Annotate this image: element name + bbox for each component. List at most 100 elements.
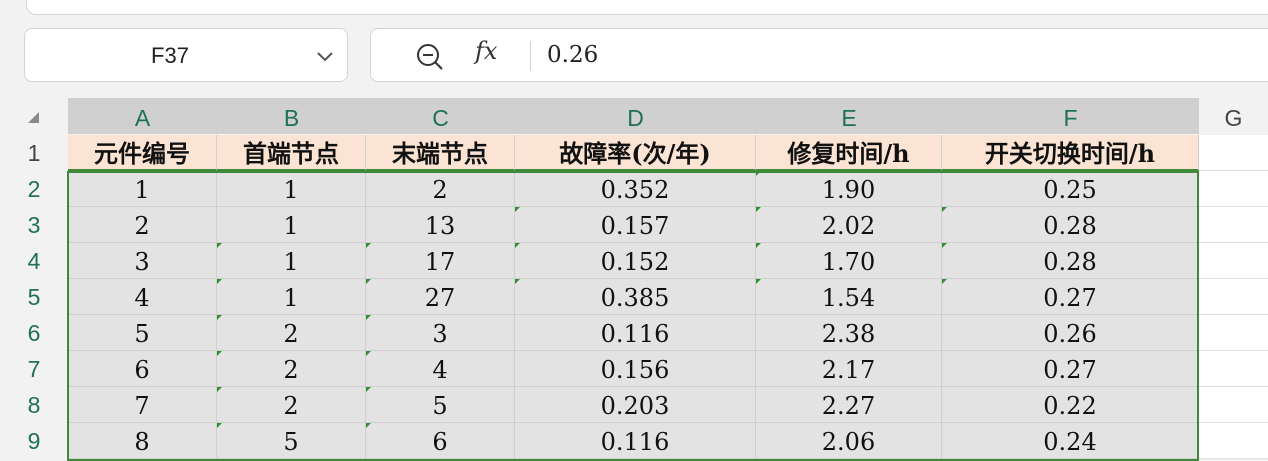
- table-cell[interactable]: 1: [217, 171, 366, 207]
- table-cell[interactable]: 27: [366, 279, 515, 315]
- table-cell[interactable]: 0.352: [515, 171, 756, 207]
- select-all-button[interactable]: [28, 112, 39, 123]
- table-cell-empty[interactable]: [1199, 387, 1268, 423]
- table-cell[interactable]: 5: [366, 387, 515, 423]
- table-cell[interactable]: 0.157: [515, 207, 756, 243]
- error-indicator: [217, 351, 222, 356]
- column-header-g[interactable]: G: [1199, 98, 1268, 134]
- row-header-6[interactable]: 6: [0, 315, 68, 351]
- error-indicator: [756, 171, 761, 176]
- table-cell[interactable]: 17: [366, 243, 515, 279]
- error-indicator: [366, 351, 371, 356]
- table-cell[interactable]: 3: [366, 315, 515, 351]
- formula-bar[interactable]: fx 0.26: [370, 28, 1268, 82]
- table-cell[interactable]: 6: [68, 351, 217, 387]
- table-cell-empty[interactable]: [1199, 315, 1268, 351]
- table-header-cell[interactable]: 末端节点: [366, 135, 515, 171]
- column-header-c[interactable]: C: [366, 98, 515, 134]
- error-indicator: [942, 243, 947, 248]
- table-cell[interactable]: 0.27: [942, 279, 1199, 315]
- table-cell[interactable]: 0.152: [515, 243, 756, 279]
- table-cell[interactable]: 2.27: [756, 387, 942, 423]
- row-header-7[interactable]: 7: [0, 351, 68, 387]
- table-cell-empty[interactable]: [1199, 171, 1268, 207]
- table-cell[interactable]: 2.06: [756, 423, 942, 459]
- column-header-b[interactable]: B: [217, 98, 366, 134]
- row-header-9[interactable]: 9: [0, 423, 68, 459]
- column-header-f[interactable]: F: [942, 98, 1199, 134]
- row-header-5[interactable]: 5: [0, 279, 68, 315]
- table-cell[interactable]: 1: [217, 243, 366, 279]
- table-cell[interactable]: 2: [217, 315, 366, 351]
- table-cell[interactable]: 2.38: [756, 315, 942, 351]
- table-cell[interactable]: 6: [366, 423, 515, 459]
- table-cell-empty[interactable]: [1199, 351, 1268, 387]
- column-header-a[interactable]: A: [68, 98, 217, 134]
- table-header-cell[interactable]: 修复时间/h: [756, 135, 942, 171]
- table-cell[interactable]: 0.116: [515, 315, 756, 351]
- error-indicator: [366, 387, 371, 392]
- row-header-2[interactable]: 2: [0, 171, 68, 207]
- table-cell[interactable]: 1.90: [756, 171, 942, 207]
- table-cell[interactable]: 4: [366, 351, 515, 387]
- table-cell[interactable]: 0.26: [942, 315, 1199, 351]
- table-cell[interactable]: 1: [217, 207, 366, 243]
- row-header-3[interactable]: 3: [0, 207, 68, 243]
- table-header-cell[interactable]: 首端节点: [217, 135, 366, 171]
- table-cell[interactable]: 1.70: [756, 243, 942, 279]
- error-indicator: [756, 207, 761, 212]
- table-cell-empty[interactable]: [1199, 135, 1268, 171]
- table-cell[interactable]: 2.17: [756, 351, 942, 387]
- error-indicator: [515, 279, 520, 284]
- table-cell[interactable]: 1.54: [756, 279, 942, 315]
- error-indicator: [756, 243, 761, 248]
- table-cell[interactable]: 0.28: [942, 243, 1199, 279]
- table-cell[interactable]: 0.116: [515, 423, 756, 459]
- table-cell[interactable]: 2: [366, 171, 515, 207]
- table-cell[interactable]: 0.385: [515, 279, 756, 315]
- column-header-d[interactable]: D: [515, 98, 756, 134]
- chevron-down-icon[interactable]: [315, 46, 335, 66]
- table-cell[interactable]: 8: [68, 423, 217, 459]
- table-cell[interactable]: 4: [68, 279, 217, 315]
- table-cell[interactable]: 0.156: [515, 351, 756, 387]
- table-cell[interactable]: 7: [68, 387, 217, 423]
- table-cell-empty[interactable]: [1199, 423, 1268, 459]
- row-header-1[interactable]: 1: [0, 135, 68, 171]
- table-cell-empty[interactable]: [1199, 207, 1268, 243]
- table-cell-empty[interactable]: [1199, 279, 1268, 315]
- table-cell[interactable]: 0.28: [942, 207, 1199, 243]
- row-header-4[interactable]: 4: [0, 243, 68, 279]
- zoom-icon[interactable]: [415, 42, 445, 72]
- formula-separator: [530, 41, 531, 71]
- table-cell[interactable]: 0.24: [942, 423, 1199, 459]
- error-indicator: [217, 279, 222, 284]
- table-cell[interactable]: 2: [217, 387, 366, 423]
- table-cell[interactable]: 1: [217, 279, 366, 315]
- row-header-8[interactable]: 8: [0, 387, 68, 423]
- table-cell[interactable]: 2.02: [756, 207, 942, 243]
- table-cell[interactable]: 3: [68, 243, 217, 279]
- error-indicator: [942, 279, 947, 284]
- table-cell-empty[interactable]: [1199, 243, 1268, 279]
- column-header-e[interactable]: E: [756, 98, 942, 134]
- table-cell[interactable]: 0.25: [942, 171, 1199, 207]
- name-box[interactable]: F37: [24, 28, 348, 82]
- function-icon[interactable]: fx: [475, 37, 497, 65]
- table-cell[interactable]: 13: [366, 207, 515, 243]
- table-cell[interactable]: 1: [68, 171, 217, 207]
- error-indicator: [366, 315, 371, 320]
- table-header-cell[interactable]: 开关切换时间/h: [942, 135, 1199, 171]
- table-cell[interactable]: 0.22: [942, 387, 1199, 423]
- table-cell[interactable]: 5: [217, 423, 366, 459]
- table-cell[interactable]: 2: [68, 207, 217, 243]
- table-cell[interactable]: 0.203: [515, 387, 756, 423]
- formula-input[interactable]: 0.26: [547, 29, 598, 81]
- table-header-cell[interactable]: 元件编号: [68, 135, 217, 171]
- table-header-cell[interactable]: 故障率(次/年): [515, 135, 756, 171]
- table-cell[interactable]: 0.27: [942, 351, 1199, 387]
- cell-reference: F37: [151, 43, 189, 68]
- table-cell[interactable]: 2: [217, 351, 366, 387]
- table-cell[interactable]: 5: [68, 315, 217, 351]
- error-indicator: [942, 207, 947, 212]
